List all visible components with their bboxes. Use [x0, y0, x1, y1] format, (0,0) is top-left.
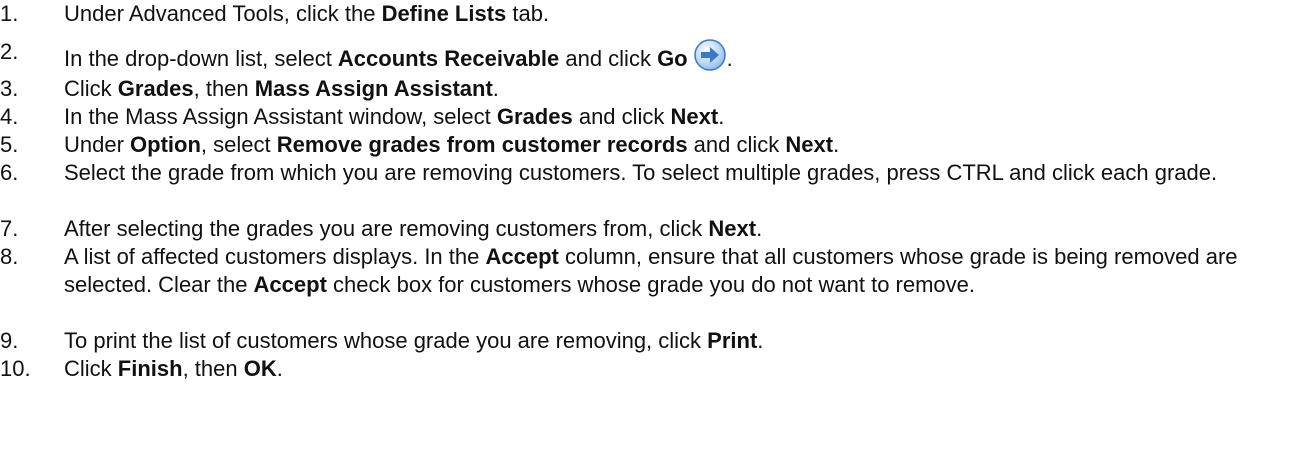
- step-number: 1.: [0, 1, 19, 26]
- step-number: 9.: [0, 328, 19, 353]
- ui-term: Print: [707, 328, 758, 353]
- step-text-part: , then: [182, 356, 244, 381]
- step-text: Click Grades, then Mass Assign Assistant…: [64, 75, 1292, 103]
- step-text-part: .: [718, 104, 725, 129]
- step-text-part: .: [492, 76, 499, 101]
- step-number: 4.: [0, 104, 19, 129]
- step-number: 7.: [0, 216, 19, 241]
- step-text-part: After selecting the grades you are remov…: [64, 216, 709, 241]
- step-text: A list of affected customers displays. I…: [64, 243, 1292, 299]
- step-text-part: Under Advanced Tools, click the: [64, 1, 382, 26]
- step-number: 2.: [0, 39, 19, 64]
- step-text-part: Click: [64, 356, 118, 381]
- ui-term: Accounts Receivable: [337, 46, 560, 71]
- ui-term: Accept: [485, 244, 559, 269]
- ui-term: Finish: [117, 356, 183, 381]
- step-text-part: In the drop-down list, select: [64, 46, 338, 71]
- step-text-part: , then: [193, 76, 255, 101]
- step-number: 6.: [0, 160, 19, 185]
- go-arrow-icon[interactable]: [693, 38, 727, 72]
- step-text-part: .: [757, 328, 764, 353]
- step-text: To print the list of customers whose gra…: [64, 327, 1292, 355]
- step-number: 3.: [0, 76, 19, 101]
- ui-term: Define Lists: [381, 1, 507, 26]
- step-text-part: To print the list of customers whose gra…: [64, 328, 708, 353]
- step-number: 8.: [0, 244, 19, 269]
- step-text-part: and click: [687, 132, 786, 157]
- ui-term: Mass Assign Assistant: [254, 76, 493, 101]
- ui-term: Grades: [117, 76, 194, 101]
- ui-term: Next: [785, 132, 834, 157]
- step-text-part: Select the grade from which you are remo…: [64, 160, 1218, 185]
- step-text-part: tab.: [506, 1, 550, 26]
- instructions-page: 1. Under Advanced Tools, click the Define…: [0, 0, 1307, 464]
- ui-term: OK: [243, 356, 277, 381]
- step-text-part: .: [756, 216, 763, 241]
- step-text: In the drop-down list, select Accounts R…: [64, 38, 1292, 73]
- step-text: Select the grade from which you are remo…: [64, 159, 1292, 187]
- ui-term: Remove grades from customer records: [276, 132, 688, 157]
- step-text-part: .: [276, 356, 283, 381]
- step-text-part: check box for customers whose grade you …: [326, 272, 976, 297]
- step-text-part: In the Mass Assign Assistant window, sel…: [64, 104, 497, 129]
- step-number: 10.: [0, 356, 31, 381]
- step-text: Under Advanced Tools, click the Define L…: [64, 0, 1292, 28]
- ui-term: Option: [130, 132, 201, 157]
- step-number: 5.: [0, 132, 19, 157]
- step-text: Click Finish, then OK.: [64, 355, 1292, 383]
- step-text-part: .: [833, 132, 840, 157]
- ui-term: Next: [670, 104, 719, 129]
- ui-term: Accept: [253, 272, 327, 297]
- step-text-part: , select: [200, 132, 277, 157]
- step-text-part: .: [726, 46, 733, 71]
- step-text-part: and click: [559, 46, 658, 71]
- step-text-part: and click: [572, 104, 671, 129]
- ui-term: Grades: [496, 104, 573, 129]
- step-text: In the Mass Assign Assistant window, sel…: [64, 103, 1292, 131]
- ui-term: Go: [657, 46, 688, 71]
- step-text-part: Under: [64, 132, 131, 157]
- step-text-part: Click: [64, 76, 118, 101]
- step-text: Under Option, select Remove grades from …: [64, 131, 1292, 159]
- step-text-part: A list of affected customers displays. I…: [64, 244, 486, 269]
- ui-term: Next: [708, 216, 757, 241]
- step-text: After selecting the grades you are remov…: [64, 215, 1292, 243]
